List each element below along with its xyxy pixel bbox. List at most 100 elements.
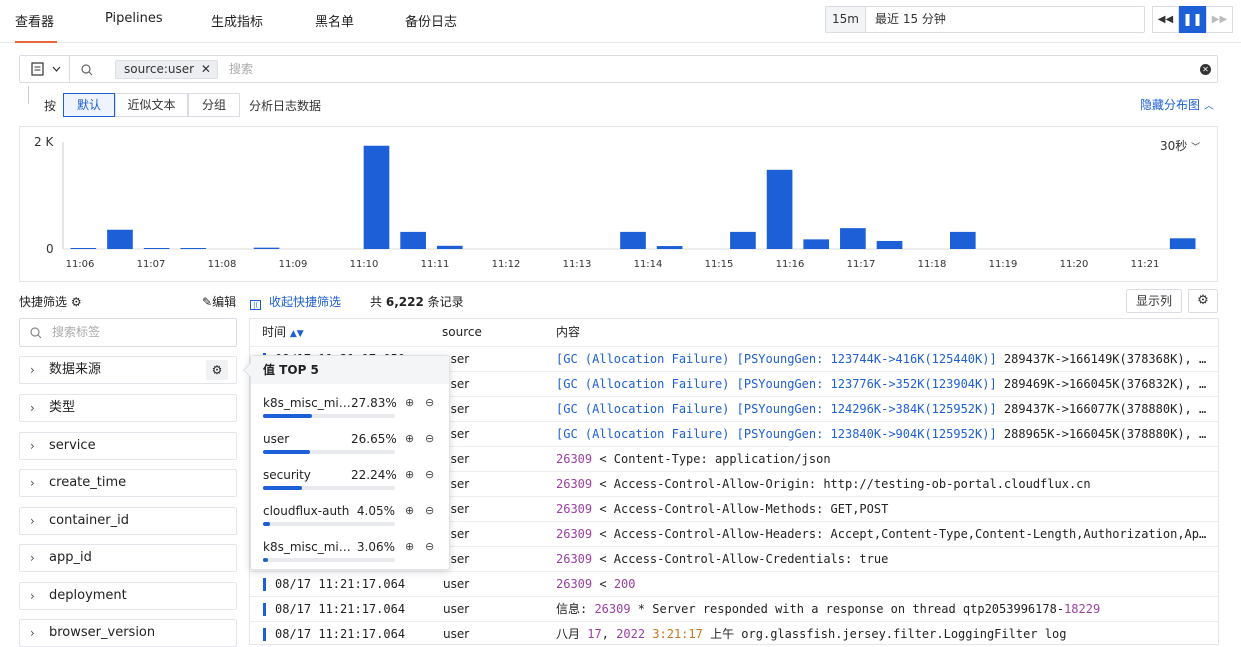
content-fragment: 17 bbox=[587, 627, 602, 641]
histogram-bar[interactable] bbox=[876, 240, 903, 249]
histogram-bar[interactable] bbox=[1169, 238, 1196, 249]
histogram-bar[interactable] bbox=[803, 239, 830, 249]
percent-fill bbox=[263, 558, 269, 562]
time-header-label: 时间 bbox=[262, 325, 287, 339]
time-range-label: 最近 15 分钟 bbox=[875, 12, 946, 26]
table-row[interactable]: 08/17 11:21:17.064 user 信息: 26309 * Server… bbox=[250, 596, 1218, 621]
facet-label: create_time bbox=[49, 475, 127, 490]
status-bar bbox=[263, 578, 266, 591]
histogram-bar[interactable] bbox=[656, 246, 683, 249]
zoom-in-icon[interactable]: ⊕ bbox=[405, 396, 414, 409]
histogram-bar[interactable] bbox=[253, 247, 280, 249]
histogram-bar[interactable] bbox=[363, 145, 390, 249]
gear-icon[interactable]: ⚙ bbox=[71, 295, 82, 309]
tab-metrics[interactable]: 生成指标 bbox=[211, 11, 263, 30]
x-tick-label: 11:12 bbox=[492, 259, 521, 270]
forward-button[interactable]: ▶▶ bbox=[1206, 6, 1233, 33]
facet-deployment[interactable]: › deployment bbox=[19, 582, 237, 610]
row-source: user bbox=[443, 627, 470, 641]
zoom-out-icon[interactable]: ⊖ bbox=[425, 504, 434, 517]
zoom-out-icon[interactable]: ⊖ bbox=[425, 396, 434, 409]
sort-icon[interactable]: ▲▼ bbox=[290, 329, 304, 339]
table-row[interactable]: 08/17 11:21:17.064 user 八月 17, 2022 3:21:1… bbox=[250, 621, 1218, 644]
top5-item[interactable]: k8s_misc_misc_api27.83% ⊕ ⊖ bbox=[263, 396, 443, 426]
histogram-bar[interactable] bbox=[840, 228, 866, 249]
facet-container-id[interactable]: › container_id bbox=[19, 507, 237, 535]
gear-icon[interactable]: ⚙ bbox=[206, 360, 228, 380]
clear-search-icon[interactable]: ✕ bbox=[1200, 64, 1211, 75]
collapse-quick-filter[interactable]: |⟨ 收起快捷筛选 bbox=[250, 293, 341, 310]
mode-default-button[interactable]: 默认 bbox=[63, 93, 115, 117]
top5-item[interactable]: user 26.65% ⊕ ⊖ bbox=[263, 432, 443, 462]
zoom-in-icon[interactable]: ⊕ bbox=[405, 468, 414, 481]
histogram-bar[interactable] bbox=[766, 169, 793, 249]
mode-similar-text-button[interactable]: 近似文本 bbox=[115, 93, 188, 117]
histogram-bar[interactable] bbox=[180, 248, 207, 249]
row-time: 08/17 11:21:17.064 bbox=[275, 627, 406, 641]
column-header-content[interactable]: 内容 bbox=[556, 319, 580, 346]
percent-track bbox=[263, 558, 395, 562]
facet-service[interactable]: › service bbox=[19, 432, 237, 460]
tag-search[interactable]: 搜索标签 bbox=[19, 318, 237, 347]
index-selector[interactable] bbox=[20, 56, 70, 82]
facet-app-id[interactable]: › app_id bbox=[19, 544, 237, 572]
tag-search-input[interactable]: 搜索标签 bbox=[52, 319, 100, 346]
top5-item-name: security bbox=[263, 468, 311, 482]
top5-item[interactable]: security 22.24% ⊕ ⊖ bbox=[263, 468, 443, 498]
histogram-bar[interactable] bbox=[70, 248, 97, 249]
histogram-bar[interactable] bbox=[730, 231, 756, 249]
row-content: 26309 < 200 bbox=[556, 572, 1212, 596]
tab-blacklist[interactable]: 黑名单 bbox=[315, 11, 354, 30]
tab-pipelines[interactable]: Pipelines bbox=[105, 11, 163, 26]
row-source: user bbox=[443, 577, 470, 591]
facet-data-source[interactable]: › 数据来源 ⚙ bbox=[19, 356, 237, 384]
zoom-out-icon[interactable]: ⊖ bbox=[425, 540, 434, 553]
show-columns-button[interactable]: 显示列 bbox=[1126, 289, 1182, 313]
edit-button[interactable]: ✎编辑 bbox=[202, 293, 236, 310]
zoom-out-icon[interactable]: ⊖ bbox=[425, 468, 434, 481]
quick-filter-title: 快捷筛选 ⚙ bbox=[19, 293, 82, 310]
chevron-up-icon: ︿ bbox=[1203, 101, 1214, 112]
divider bbox=[28, 86, 29, 104]
facet-create-time[interactable]: › create_time bbox=[19, 469, 237, 497]
facet-browser-version[interactable]: › browser_version bbox=[19, 619, 237, 647]
zoom-out-icon[interactable]: ⊖ bbox=[425, 432, 434, 445]
pause-button[interactable]: ❚❚ bbox=[1179, 6, 1206, 33]
x-tick-label: 11:06 bbox=[66, 259, 95, 270]
hide-chart-link[interactable]: 隐藏分布图 ︿ bbox=[1140, 96, 1214, 113]
histogram-bar[interactable] bbox=[107, 229, 133, 249]
histogram-bar[interactable] bbox=[143, 248, 170, 249]
histogram-bar[interactable] bbox=[436, 245, 463, 249]
row-content: 26309 < Access-Control-Allow-Headers: Ac… bbox=[556, 522, 1212, 546]
zoom-in-icon[interactable]: ⊕ bbox=[405, 432, 414, 445]
facet-type[interactable]: › 类型 bbox=[19, 394, 237, 422]
histogram-bar[interactable] bbox=[400, 231, 426, 249]
column-header-source[interactable]: source bbox=[442, 319, 482, 346]
mode-group-button[interactable]: 分组 bbox=[188, 93, 240, 117]
gear-icon: ⚙ bbox=[1197, 293, 1209, 308]
rewind-button[interactable]: ◀◀ bbox=[1152, 6, 1179, 33]
tab-viewer[interactable]: 查看器 bbox=[15, 11, 54, 30]
filter-tag[interactable]: source:user ✕ bbox=[115, 60, 218, 79]
column-header-time[interactable]: 时间 ▲▼ bbox=[262, 319, 304, 346]
content-fragment: [GC (Allocation Failure) [PSYoungGen: 12… bbox=[556, 402, 997, 416]
content-fragment: [GC (Allocation Failure) [PSYoungGen: 12… bbox=[556, 352, 997, 366]
zoom-in-icon[interactable]: ⊕ bbox=[405, 504, 414, 517]
x-tick-label: 11:09 bbox=[279, 259, 308, 270]
top5-item[interactable]: cloudflux-auth 4.05% ⊕ ⊖ bbox=[263, 504, 443, 534]
settings-button[interactable]: ⚙ bbox=[1188, 289, 1218, 313]
zoom-in-icon[interactable]: ⊕ bbox=[405, 540, 414, 553]
record-count: 共 6,222 条记录 bbox=[370, 293, 464, 310]
search-input[interactable]: 搜索 bbox=[229, 56, 253, 82]
time-range-picker[interactable]: 15m 最近 15 分钟 bbox=[825, 6, 1145, 33]
percent-fill bbox=[263, 522, 271, 526]
histogram-bar[interactable] bbox=[620, 231, 646, 249]
table-row[interactable]: 08/17 11:21:17.064 user 26309 < 200 bbox=[250, 571, 1218, 596]
content-fragment: 3:21:17 bbox=[652, 627, 703, 641]
tab-backup-logs[interactable]: 备份日志 bbox=[405, 11, 457, 30]
histogram-bar[interactable] bbox=[949, 231, 976, 249]
percent-track bbox=[263, 450, 395, 454]
tag-close-icon[interactable]: ✕ bbox=[201, 62, 211, 76]
top5-item[interactable]: k8s_misc_misc_web3.06% ⊕ ⊖ bbox=[263, 540, 443, 570]
row-time: 08/17 11:21:17.064 bbox=[275, 577, 406, 591]
